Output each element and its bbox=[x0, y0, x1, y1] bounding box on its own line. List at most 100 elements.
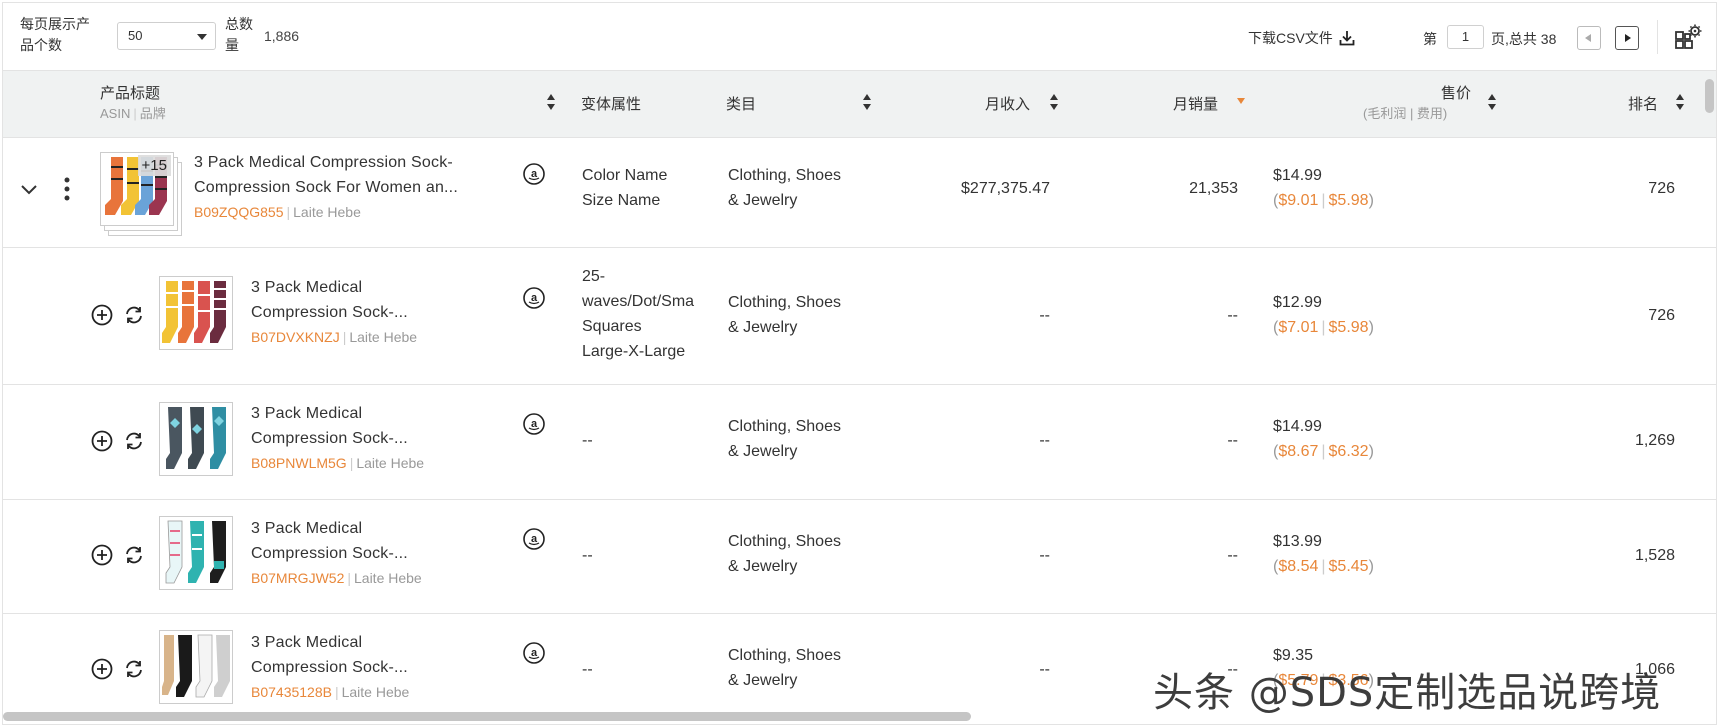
product-title-line2[interactable]: Compression Sock For Women an... bbox=[194, 175, 458, 200]
sort-category-icon[interactable] bbox=[863, 93, 872, 111]
brand-name: Laite Hebe bbox=[356, 455, 425, 471]
table-toolbar: 每页展示产品个数 50 总数量 1,886 下载CSV文件 第 1 页,总共 3… bbox=[3, 3, 1716, 71]
monthly-sales: 21,353 bbox=[1189, 180, 1238, 197]
price-value: $14.99 bbox=[1273, 167, 1322, 184]
download-icon bbox=[1339, 31, 1355, 46]
sort-price-icon[interactable] bbox=[1488, 93, 1497, 111]
product-title-line1[interactable]: 3 Pack Medical bbox=[251, 401, 362, 426]
table-row[interactable]: 3 Pack Medical Compression Sock-... B07D… bbox=[3, 248, 1716, 385]
asin-link[interactable]: B08PNWLM5G bbox=[251, 455, 347, 471]
product-title-line2[interactable]: Compression Sock-... bbox=[251, 541, 408, 566]
amazon-icon[interactable]: a bbox=[523, 528, 545, 550]
monthly-revenue: -- bbox=[1039, 432, 1050, 449]
add-circle-icon[interactable] bbox=[91, 658, 113, 680]
separator: | bbox=[286, 204, 291, 220]
separator: | bbox=[347, 570, 351, 586]
asin-brand-line: B08PNWLM5G | Laite Hebe bbox=[251, 451, 424, 476]
product-thumbnail[interactable] bbox=[159, 402, 233, 476]
prev-page-button[interactable] bbox=[1577, 26, 1601, 50]
table-row[interactable]: 3 Pack Medical Compression Sock-... B08P… bbox=[3, 385, 1716, 500]
product-title-line2[interactable]: Compression Sock-... bbox=[251, 300, 408, 325]
chevron-down-icon bbox=[197, 34, 207, 40]
svg-text:a: a bbox=[531, 533, 538, 545]
variant-attr-line1: Color Name bbox=[582, 167, 668, 184]
product-title-line1[interactable]: 3 Pack Medical bbox=[251, 275, 362, 300]
header-title-sub: ASIN | 品牌 bbox=[100, 103, 166, 122]
add-circle-icon[interactable] bbox=[91, 430, 113, 452]
per-page-value: 50 bbox=[128, 28, 143, 43]
product-thumbnail[interactable] bbox=[159, 630, 233, 704]
header-rank: 排名 bbox=[1628, 96, 1659, 113]
next-page-button[interactable] bbox=[1615, 26, 1639, 50]
profit-fee-line: ($8.67 | $6.32) bbox=[1273, 443, 1374, 460]
page-total-text: 页,总共 38 bbox=[1491, 31, 1557, 47]
header-product-title: 产品标题 bbox=[100, 85, 161, 102]
header-variant: 变体属性 bbox=[581, 96, 642, 113]
fee: $5.45 bbox=[1328, 558, 1369, 575]
toolbar-divider bbox=[1657, 20, 1658, 54]
refresh-icon[interactable] bbox=[123, 430, 145, 452]
product-title-line1[interactable]: 3 Pack Medical bbox=[251, 630, 362, 655]
header-price: 售价 bbox=[1441, 85, 1472, 102]
amazon-icon[interactable]: a bbox=[523, 163, 545, 185]
asin-link[interactable]: B07MRGJW52 bbox=[251, 570, 344, 586]
brand-name: Laite Hebe bbox=[341, 684, 410, 700]
asin-link[interactable]: B07DVXKNZJ bbox=[251, 329, 340, 345]
product-thumbnail[interactable] bbox=[159, 516, 233, 590]
product-title-line2[interactable]: Compression Sock-... bbox=[251, 426, 408, 451]
brand-name: Laite Hebe bbox=[354, 570, 422, 586]
watermark-text: 头条 @SDS定制选品说跨境 bbox=[1153, 670, 1662, 716]
separator: | bbox=[349, 455, 354, 471]
product-thumbnail[interactable] bbox=[159, 276, 233, 350]
horizontal-scrollbar[interactable] bbox=[3, 712, 971, 721]
page-number-input[interactable]: 1 bbox=[1447, 25, 1484, 49]
category-line2: & Jewelry bbox=[728, 558, 798, 575]
more-vertical-icon[interactable] bbox=[64, 176, 70, 202]
sock-image-icon bbox=[166, 407, 226, 469]
monthly-revenue: -- bbox=[1039, 307, 1050, 324]
asin-link[interactable]: B09ZQQG855 bbox=[194, 204, 284, 220]
refresh-icon[interactable] bbox=[123, 658, 145, 680]
table-row-parent[interactable]: +15 3 Pack Medical Compression Sock- Com… bbox=[3, 138, 1716, 248]
product-title-line1[interactable]: 3 Pack Medical Compression Sock- bbox=[194, 150, 453, 175]
product-title-line1[interactable]: 3 Pack Medical bbox=[251, 516, 362, 541]
rank-value: 726 bbox=[1648, 307, 1675, 324]
add-circle-icon[interactable] bbox=[91, 304, 113, 326]
product-thumbnail[interactable]: +15 bbox=[100, 152, 174, 226]
vertical-scrollbar[interactable] bbox=[1705, 79, 1714, 113]
amazon-icon[interactable]: a bbox=[523, 287, 545, 309]
category-line2: & Jewelry bbox=[728, 443, 798, 460]
asin-brand-line: B07MRGJW52 | Laite Hebe bbox=[251, 566, 422, 591]
amazon-icon[interactable]: a bbox=[523, 642, 545, 664]
asin-brand-line: B09ZQQG855 | Laite Hebe bbox=[194, 200, 361, 225]
chevron-down-icon[interactable] bbox=[20, 183, 38, 197]
header-asin-label: ASIN bbox=[100, 106, 131, 121]
rank-value: 726 bbox=[1648, 180, 1675, 197]
gross-profit: $8.54 bbox=[1278, 558, 1319, 575]
add-circle-icon[interactable] bbox=[91, 544, 113, 566]
product-title-line2[interactable]: Compression Sock-... bbox=[251, 655, 408, 680]
per-page-select[interactable]: 50 bbox=[117, 22, 216, 50]
variant-attr: -- bbox=[582, 432, 593, 449]
header-category: 类目 bbox=[726, 96, 757, 113]
column-settings-icon[interactable] bbox=[1673, 23, 1703, 53]
gross-profit: $7.01 bbox=[1278, 319, 1319, 336]
table-row[interactable]: 3 Pack Medical Compression Sock-... B07M… bbox=[3, 500, 1716, 614]
variant-attr: 25- waves/Dot/Sma Squares Large-X-Large bbox=[582, 264, 722, 364]
category-line1: Clothing, Shoes bbox=[728, 294, 841, 311]
category-line1: Clothing, Shoes bbox=[728, 167, 841, 184]
svg-text:a: a bbox=[531, 168, 538, 180]
brand-name: Laite Hebe bbox=[293, 204, 361, 220]
fee: $5.98 bbox=[1328, 192, 1369, 209]
variant-count-badge: +15 bbox=[137, 155, 171, 176]
refresh-icon[interactable] bbox=[123, 544, 145, 566]
amazon-icon[interactable]: a bbox=[523, 413, 545, 435]
asin-link[interactable]: B07435128B bbox=[251, 684, 332, 700]
sort-revenue-icon[interactable] bbox=[1050, 93, 1059, 111]
sort-title-icon[interactable] bbox=[547, 93, 556, 111]
sort-rank-icon[interactable] bbox=[1676, 93, 1685, 111]
download-csv-button[interactable]: 下载CSV文件 bbox=[1248, 28, 1355, 48]
refresh-icon[interactable] bbox=[123, 304, 145, 326]
price-value: $13.99 bbox=[1273, 533, 1322, 550]
sort-desc-active-icon[interactable] bbox=[1237, 98, 1246, 106]
